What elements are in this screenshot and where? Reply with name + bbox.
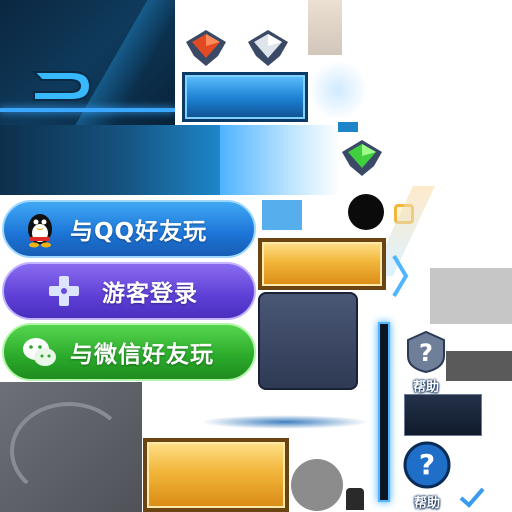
- gray-decoration: [0, 382, 142, 512]
- black-circle: [348, 194, 384, 230]
- green-gem-icon: [342, 140, 382, 176]
- panel-glow-line: [0, 108, 175, 112]
- help-button-large[interactable]: ? 帮助: [400, 440, 454, 511]
- qq-penguin-icon: [28, 214, 52, 248]
- login-guest-button[interactable]: 游客登录: [2, 262, 256, 320]
- white-gem-icon: [248, 30, 288, 66]
- svg-text:?: ?: [419, 339, 433, 367]
- dark-gray-bar: [446, 351, 512, 381]
- game-logo-icon: [31, 71, 92, 101]
- qq-button-label: 与QQ好友玩: [70, 219, 208, 245]
- checkmark-icon: [459, 487, 485, 508]
- blue-glow-line: [200, 415, 370, 429]
- banner-light: [220, 125, 340, 195]
- dark-blue-box: [404, 394, 482, 436]
- gamepad-icon: [49, 276, 79, 306]
- blue-chip: [262, 200, 302, 230]
- help-label-small: 帮助: [412, 380, 439, 395]
- gray-panel: [430, 268, 512, 324]
- red-gem-icon: [186, 30, 226, 66]
- gold-button-small[interactable]: [258, 238, 386, 290]
- login-wechat-button[interactable]: 与微信好友玩: [2, 323, 256, 381]
- glow-spot: [308, 60, 368, 120]
- blue-frame-button[interactable]: [182, 72, 308, 122]
- bronze-slice: [308, 0, 342, 55]
- wechat-icon: [23, 338, 56, 366]
- guest-button-label: 游客登录: [102, 281, 198, 307]
- login-qq-button[interactable]: 与QQ好友玩: [2, 200, 256, 258]
- panel-stripe: [60, 0, 175, 125]
- help-question-icon: ?: [403, 441, 451, 489]
- chevron-right-icon[interactable]: [390, 252, 410, 300]
- blue-tab: [338, 122, 358, 132]
- help-question-icon: ?: [407, 330, 445, 374]
- blue-banner: [0, 125, 340, 195]
- dark-card-panel: [258, 292, 358, 390]
- deco-curve: [10, 402, 128, 500]
- svg-text:?: ?: [419, 448, 435, 481]
- logo-panel: [0, 0, 175, 125]
- vertical-slider[interactable]: [378, 322, 390, 502]
- gold-button-large[interactable]: [143, 438, 289, 512]
- help-label-large: 帮助: [413, 496, 440, 511]
- help-button-small[interactable]: ? 帮助: [400, 330, 452, 395]
- gray-circle: [291, 459, 343, 511]
- wechat-button-label: 与微信好友玩: [70, 342, 214, 368]
- small-dark-block: [346, 488, 364, 510]
